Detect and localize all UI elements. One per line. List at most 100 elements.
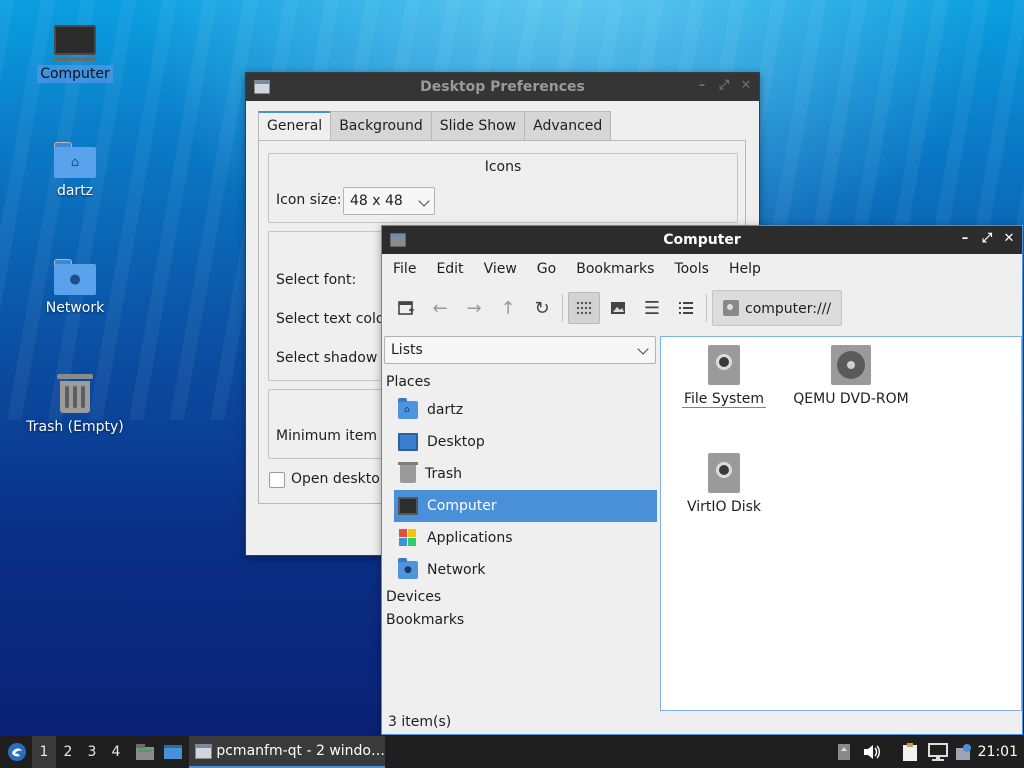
network-wired-icon bbox=[928, 743, 948, 761]
quicklaunch-file-manager[interactable] bbox=[132, 736, 158, 768]
icon-size-select[interactable]: 48 x 48 bbox=[343, 187, 435, 215]
file-item[interactable]: VirtIO Disk bbox=[664, 453, 784, 515]
file-item-label: File System bbox=[681, 391, 767, 408]
menu-help[interactable]: Help bbox=[721, 254, 769, 284]
lxqt-logo-icon bbox=[8, 743, 26, 761]
optical-drive-icon bbox=[831, 345, 871, 385]
clipboard-icon bbox=[903, 743, 917, 761]
show-desktop-button[interactable] bbox=[160, 736, 186, 768]
volume-button[interactable] bbox=[860, 736, 884, 768]
sidebar-item-applications[interactable]: Applications bbox=[394, 522, 657, 554]
file-item-label: VirtIO Disk bbox=[686, 499, 762, 515]
tab-background[interactable]: Background bbox=[330, 111, 432, 141]
icon-size-value: 48 x 48 bbox=[350, 193, 403, 209]
sidebar-item-trash[interactable]: Trash bbox=[394, 458, 657, 490]
start-menu-button[interactable] bbox=[4, 736, 30, 768]
close-icon[interactable]: ✕ bbox=[739, 78, 753, 94]
forward-arrow-icon[interactable]: → bbox=[458, 292, 490, 324]
minimum-item-margins-label: Minimum item m bbox=[276, 428, 396, 444]
menu-file[interactable]: File bbox=[385, 254, 424, 284]
sidebar-item-desktop[interactable]: Desktop bbox=[394, 426, 657, 458]
trash-icon bbox=[57, 374, 93, 414]
minimize-icon[interactable]: – bbox=[958, 231, 972, 247]
file-item[interactable]: QEMU DVD-ROM bbox=[791, 345, 911, 407]
sidebar-item-label: Trash bbox=[425, 466, 462, 482]
update-notifier-button[interactable] bbox=[952, 736, 976, 768]
tab-advanced[interactable]: Advanced bbox=[524, 111, 612, 141]
taskbar-task-pcmanfm[interactable]: pcmanfm-qt - 2 windo… bbox=[189, 736, 385, 768]
desktop-icon-dartz[interactable]: ⌂ dartz bbox=[20, 142, 130, 200]
window-title: Computer bbox=[663, 232, 741, 248]
removable-media-icon bbox=[838, 744, 850, 760]
devices-header[interactable]: Devices bbox=[386, 589, 441, 605]
desktop-switch-4[interactable]: 4 bbox=[104, 736, 128, 768]
detailed-list-view-icon[interactable] bbox=[670, 292, 702, 324]
task-label: pcmanfm-qt - 2 windo… bbox=[216, 743, 385, 759]
minimize-icon[interactable]: – bbox=[695, 78, 709, 94]
hard-disk-icon bbox=[708, 453, 740, 493]
titlebar[interactable]: Desktop Preferences – ⤢ ✕ bbox=[246, 73, 759, 101]
path-button[interactable]: computer:/// bbox=[712, 290, 843, 326]
path-bar-empty-area[interactable] bbox=[848, 290, 1020, 326]
desktop-switch-1[interactable]: 1 bbox=[32, 736, 56, 768]
desktop-switch-2[interactable]: 2 bbox=[56, 736, 80, 768]
toolbar-separator bbox=[562, 294, 563, 322]
icons-group-title: Icons bbox=[484, 159, 522, 175]
window-app-icon bbox=[195, 743, 213, 759]
sidebar-item-computer[interactable]: Computer bbox=[394, 490, 657, 522]
side-pane-mode-select[interactable]: Lists bbox=[384, 336, 656, 364]
maximize-icon[interactable]: ⤢ bbox=[717, 78, 731, 94]
compact-view-icon[interactable]: ☰ bbox=[636, 292, 668, 324]
chevron-down-icon bbox=[637, 343, 649, 355]
desktop-icon-label: Trash (Empty) bbox=[26, 419, 124, 435]
sidebar-item-dartz[interactable]: ⌂ dartz bbox=[394, 394, 657, 426]
desktop-icon-trash[interactable]: Trash (Empty) bbox=[20, 374, 130, 436]
new-tab-icon[interactable] bbox=[390, 292, 422, 324]
taskbar: 1 2 3 4 pcmanfm-qt - 2 windo… 21:01 bbox=[0, 736, 1024, 768]
thumbnail-view-icon[interactable] bbox=[602, 292, 634, 324]
menu-view[interactable]: View bbox=[476, 254, 525, 284]
toolbar: ← → ↑ ↻ ☰ computer:/// bbox=[382, 288, 1022, 328]
tray-item[interactable] bbox=[834, 736, 854, 768]
menu-tools[interactable]: Tools bbox=[666, 254, 717, 284]
select-shadow-color-label: Select shadow c bbox=[276, 350, 390, 366]
sidebar-item-network[interactable]: ● Network bbox=[394, 554, 657, 586]
home-folder-icon: ⌂ bbox=[398, 398, 418, 419]
tab-slide-show[interactable]: Slide Show bbox=[430, 111, 526, 141]
icon-view-icon[interactable] bbox=[568, 292, 600, 324]
open-desktop-checkbox[interactable] bbox=[269, 472, 285, 488]
network-button[interactable] bbox=[926, 736, 950, 768]
home-folder-icon: ⌂ bbox=[54, 142, 96, 178]
reload-icon[interactable]: ↻ bbox=[526, 292, 558, 324]
titlebar[interactable]: Computer – ⤢ ✕ bbox=[382, 226, 1022, 254]
desktop-icon-network[interactable]: ● Network bbox=[20, 259, 130, 317]
desktop-icon-label: Network bbox=[45, 300, 105, 316]
network-folder-icon: ● bbox=[398, 558, 418, 579]
up-arrow-icon[interactable]: ↑ bbox=[492, 292, 524, 324]
desktop-icon-label: dartz bbox=[56, 183, 94, 199]
close-icon[interactable]: ✕ bbox=[1002, 231, 1016, 247]
tab-general[interactable]: General bbox=[258, 111, 332, 141]
file-manager-window: Computer – ⤢ ✕ File Edit View Go Bookmar… bbox=[381, 225, 1023, 735]
icon-size-label: Icon size: bbox=[276, 192, 342, 208]
trash-icon bbox=[398, 462, 418, 483]
bookmarks-header[interactable]: Bookmarks bbox=[386, 612, 464, 628]
menu-bookmarks[interactable]: Bookmarks bbox=[568, 254, 662, 284]
file-item-label: QEMU DVD-ROM bbox=[793, 391, 909, 407]
desktop-icon-computer[interactable]: Computer bbox=[20, 25, 130, 83]
menu-go[interactable]: Go bbox=[529, 254, 564, 284]
menu-edit[interactable]: Edit bbox=[428, 254, 471, 284]
path-label: computer:/// bbox=[745, 301, 832, 317]
window-title: Desktop Preferences bbox=[420, 79, 585, 95]
side-pane-mode-value: Lists bbox=[391, 342, 423, 358]
maximize-icon[interactable]: ⤢ bbox=[980, 231, 994, 247]
desktop-switch-3[interactable]: 3 bbox=[80, 736, 104, 768]
places-header[interactable]: Places bbox=[386, 374, 431, 390]
chevron-down-icon bbox=[418, 195, 430, 207]
folder-icon-view[interactable]: File System QEMU DVD-ROM VirtIO Disk bbox=[660, 336, 1022, 711]
back-arrow-icon[interactable]: ← bbox=[424, 292, 456, 324]
file-item[interactable]: File System bbox=[664, 345, 784, 408]
clipboard-button[interactable] bbox=[898, 736, 922, 768]
network-folder-icon: ● bbox=[54, 259, 96, 295]
clock[interactable]: 21:01 bbox=[978, 744, 1018, 760]
